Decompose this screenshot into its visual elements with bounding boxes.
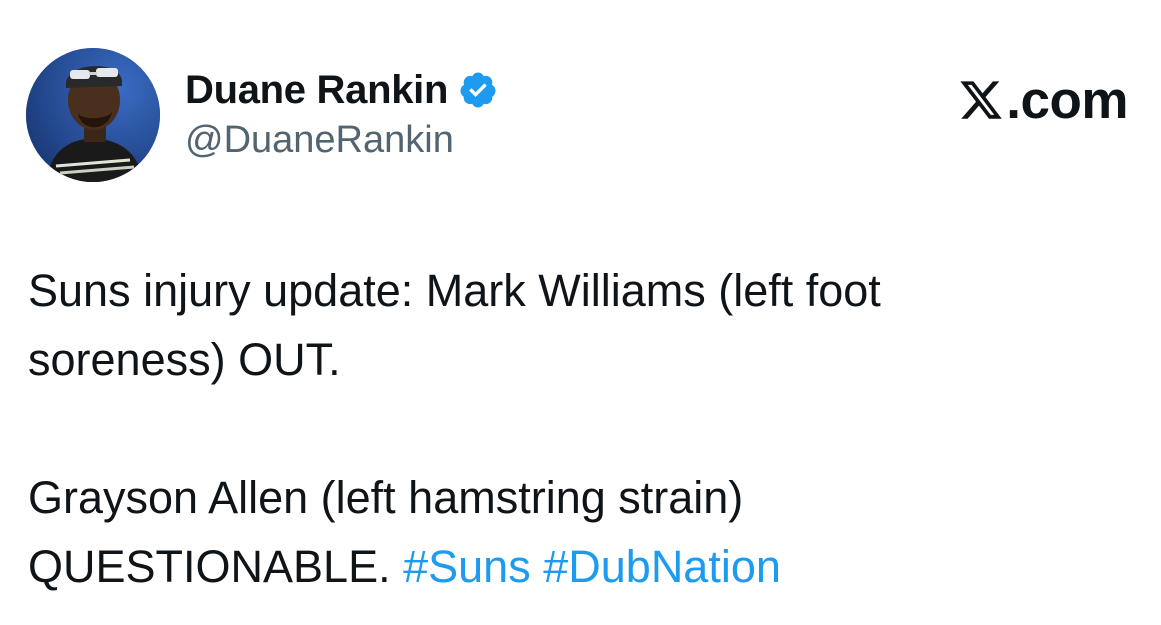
tweet-status-text: QUESTIONABLE. (28, 541, 391, 592)
x-logo-icon (958, 77, 1004, 123)
brand-watermark: .com (958, 70, 1128, 130)
tweet-text: Suns injury update: Mark Williams (left … (28, 256, 1128, 601)
tweet-line: Suns injury update: Mark Williams (left … (28, 265, 881, 316)
paragraph-break (28, 394, 1128, 463)
brand-label: .com (1006, 70, 1128, 130)
tweet-line: Grayson Allen (left hamstring strain) (28, 472, 744, 523)
avatar[interactable] (26, 48, 160, 182)
tweet-line-last: QUESTIONABLE. #Suns #DubNation (28, 532, 1128, 601)
tweet-header: Duane Rankin @DuaneRankin .com (26, 48, 1136, 183)
author-info: Duane Rankin @DuaneRankin (185, 67, 498, 162)
avatar-image (26, 48, 160, 182)
hashtag-dubnation[interactable]: #DubNation (543, 541, 781, 592)
display-name[interactable]: Duane Rankin (185, 68, 448, 113)
display-name-row: Duane Rankin (185, 67, 498, 113)
author-handle[interactable]: @DuaneRankin (185, 119, 498, 162)
verified-badge-icon (458, 70, 498, 110)
tweet-line: soreness) OUT. (28, 334, 341, 385)
hashtag-suns[interactable]: #Suns (403, 541, 531, 592)
